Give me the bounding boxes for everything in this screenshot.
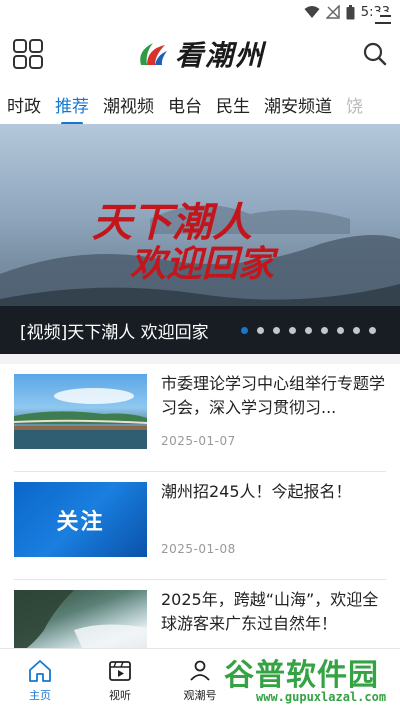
section-divider bbox=[0, 354, 400, 364]
carousel-dot[interactable] bbox=[289, 327, 296, 334]
tab-politics[interactable]: 时政 bbox=[7, 86, 41, 123]
lake-bridge-image bbox=[14, 388, 147, 449]
news-item[interactable]: 关注 潮州招245人！今起报名！ 2025-01-08 bbox=[14, 472, 386, 580]
nav-home[interactable]: 主页 bbox=[0, 649, 80, 711]
tab-chaoan-channel[interactable]: 潮安频道 bbox=[264, 86, 332, 123]
home-icon bbox=[29, 660, 51, 682]
site-watermark: 谷普软件园 www.gupuxlazal.com bbox=[214, 650, 394, 708]
banner-caption: [视频]天下潮人 欢迎回家 bbox=[20, 322, 209, 343]
nav-video[interactable]: 视听 bbox=[80, 649, 160, 711]
tab-radio[interactable]: 电台 bbox=[168, 86, 202, 123]
news-thumbnail bbox=[14, 374, 147, 449]
carousel-dot[interactable] bbox=[305, 327, 312, 334]
news-date: 2025-01-07 bbox=[161, 434, 236, 448]
news-item[interactable]: 市委理论学习中心组举行专题学习会，深入学习贯彻习... 2025-01-07 bbox=[14, 364, 386, 472]
carousel-dot[interactable] bbox=[337, 327, 344, 334]
hero-banner[interactable]: 天下潮人 欢迎回家 [视频]天下潮人 欢迎回家 bbox=[0, 124, 400, 354]
tab-livelihood[interactable]: 民生 bbox=[216, 86, 250, 123]
news-title: 市委理论学习中心组举行专题学习会，深入学习贯彻习... bbox=[161, 374, 386, 417]
battery-icon bbox=[346, 4, 355, 19]
watermark-title: 谷普软件园 bbox=[224, 658, 379, 693]
search-icon[interactable] bbox=[362, 41, 388, 67]
news-date: 2025-01-08 bbox=[161, 542, 236, 556]
news-title: 2025年，跨越“山海”，欢迎全球游客来广东过自然年！ bbox=[161, 590, 379, 633]
tab-video[interactable]: 潮视频 bbox=[103, 86, 154, 123]
watermark-url: www.gupuxlazal.com bbox=[256, 690, 387, 704]
news-title: 潮州招245人！今起报名！ bbox=[161, 482, 352, 501]
carousel-dot[interactable] bbox=[273, 327, 280, 334]
news-thumbnail: 关注 bbox=[14, 482, 147, 557]
app-logo: 看潮州 bbox=[135, 34, 265, 74]
banner-art-line1: 天下潮人 bbox=[92, 199, 252, 246]
carousel-dot[interactable] bbox=[257, 327, 264, 334]
carousel-dot[interactable] bbox=[321, 327, 328, 334]
tab-rao[interactable]: 饶 bbox=[346, 86, 363, 123]
status-bar: 5:33 bbox=[0, 0, 400, 24]
logo-mark-icon bbox=[140, 43, 167, 65]
category-tabs: 时政 推荐 潮视频 电台 民生 潮安频道 饶 bbox=[0, 84, 400, 124]
carousel-dot[interactable] bbox=[241, 327, 248, 334]
logo-text: 看潮州 bbox=[174, 39, 265, 72]
carousel-dot[interactable] bbox=[353, 327, 360, 334]
wifi-icon bbox=[304, 6, 320, 18]
nav-video-label: 视听 bbox=[109, 689, 131, 702]
tabs-more-icon[interactable] bbox=[374, 12, 392, 28]
tab-recommended[interactable]: 推荐 bbox=[55, 86, 89, 123]
banner-art-line2: 欢迎回家 bbox=[130, 243, 279, 285]
news-list: 市委理论学习中心组举行专题学习会，深入学习贯彻习... 2025-01-07 关… bbox=[0, 364, 400, 688]
app-header: 看潮州 bbox=[0, 24, 400, 84]
profile-icon bbox=[190, 660, 210, 681]
grid-menu-icon[interactable] bbox=[12, 38, 44, 70]
carousel-indicator bbox=[241, 327, 376, 334]
video-icon bbox=[109, 661, 131, 681]
nav-guanchao-label: 观潮号 bbox=[183, 689, 217, 702]
nav-home-label: 主页 bbox=[29, 689, 51, 702]
no-signal-icon bbox=[325, 5, 340, 19]
carousel-dot[interactable] bbox=[369, 327, 376, 334]
news-thumbnail-text: 关注 bbox=[56, 509, 105, 535]
